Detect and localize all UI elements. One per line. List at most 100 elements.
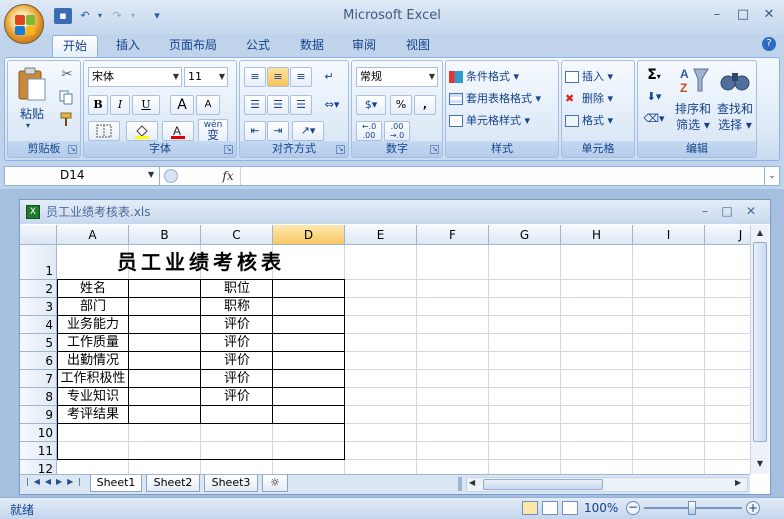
insert-sheet-icon[interactable]: ☼ xyxy=(262,475,288,492)
increase-decimal-icon[interactable]: ←.0.00 xyxy=(356,121,382,141)
zoom-slider-thumb[interactable] xyxy=(688,501,696,515)
row-header[interactable]: 5 xyxy=(20,334,57,352)
scroll-right-icon[interactable]: ▶ xyxy=(735,478,741,487)
tab-data[interactable]: 数据 xyxy=(290,35,334,58)
column-header[interactable]: H xyxy=(561,225,633,245)
row-header[interactable]: 4 xyxy=(20,316,57,334)
doc-restore-button[interactable]: □ xyxy=(718,204,736,220)
name-box-dropdown-icon[interactable]: ▼ xyxy=(148,170,154,179)
tab-page-layout[interactable]: 页面布局 xyxy=(160,35,226,58)
vertical-scrollbar[interactable]: ▲ ▼ xyxy=(750,225,769,474)
borders-button[interactable] xyxy=(88,121,120,141)
table-cell[interactable]: 评价 xyxy=(201,388,273,406)
doc-close-button[interactable]: ✕ xyxy=(742,204,760,220)
office-button[interactable] xyxy=(4,4,44,44)
minimize-button[interactable]: – xyxy=(706,8,728,24)
row-header[interactable]: 9 xyxy=(20,406,57,424)
find-select-button[interactable]: 查找和 选择 ▾ xyxy=(716,101,754,133)
doc-minimize-button[interactable]: – xyxy=(696,204,714,220)
normal-view-icon[interactable] xyxy=(522,501,538,515)
column-header[interactable]: B xyxy=(129,225,201,245)
alignment-launcher-icon[interactable]: ↘ xyxy=(336,145,345,154)
column-header[interactable]: C xyxy=(201,225,273,245)
insert-cells-button[interactable]: 插入 ▾ xyxy=(564,67,632,87)
tab-formulas[interactable]: 公式 xyxy=(236,35,280,58)
column-header[interactable]: F xyxy=(417,225,489,245)
copy-icon[interactable] xyxy=(58,89,76,105)
number-format-combo[interactable]: 常规 ▼ xyxy=(356,67,438,87)
wrap-text-icon[interactable]: ↵ xyxy=(318,67,340,87)
sheet-title-cell[interactable]: 员工业绩考核表 xyxy=(57,245,345,280)
bold-button[interactable]: B xyxy=(88,95,108,115)
table-cell[interactable]: 考评结果 xyxy=(57,406,129,424)
table-cell[interactable]: 部门 xyxy=(57,298,129,316)
name-box[interactable]: D14 xyxy=(4,166,160,186)
row-header[interactable]: 1 xyxy=(20,245,57,280)
sheet-tab-3[interactable]: Sheet3 xyxy=(204,475,258,492)
help-icon[interactable]: ? xyxy=(762,37,776,51)
decrease-decimal-icon[interactable]: .00 →.0 xyxy=(384,121,410,141)
spreadsheet-grid[interactable]: ABCDEFGHIJ 1 2 3 4 5 6 7 8 9 10 11 12 员工业绩考核表 姓名 部门业… xyxy=(20,225,750,474)
scroll-up-icon[interactable]: ▲ xyxy=(753,226,767,240)
table-cell[interactable]: 评价 xyxy=(201,352,273,370)
formula-bar-grip-icon[interactable] xyxy=(164,169,178,183)
table-cell[interactable]: 职位 xyxy=(201,280,273,298)
comma-button[interactable]: , xyxy=(414,95,436,115)
close-button[interactable]: ✕ xyxy=(758,8,780,24)
table-cell[interactable]: 姓名 xyxy=(57,280,129,298)
row-header[interactable]: 11 xyxy=(20,442,57,460)
page-break-view-icon[interactable] xyxy=(562,501,578,515)
column-header[interactable]: A xyxy=(57,225,129,245)
number-launcher-icon[interactable]: ↘ xyxy=(430,145,439,154)
format-as-table-button[interactable]: 套用表格格式 ▾ xyxy=(448,89,556,109)
column-header[interactable]: D xyxy=(273,225,345,245)
paste-icon[interactable] xyxy=(16,67,48,103)
percent-button[interactable]: % xyxy=(390,95,412,115)
format-cells-button[interactable]: 格式 ▾ xyxy=(564,111,632,131)
fill-icon[interactable]: ⬇▾ xyxy=(640,87,668,107)
column-header[interactable]: I xyxy=(633,225,705,245)
insert-function-button[interactable]: fx xyxy=(218,167,238,185)
align-right-icon[interactable]: ☰ xyxy=(290,95,312,115)
align-bottom-icon[interactable]: ≡ xyxy=(290,67,312,87)
decrease-indent-icon[interactable]: ⇤ xyxy=(244,121,266,141)
underline-button[interactable]: U xyxy=(132,95,160,115)
merge-center-icon[interactable]: ⇔▾ xyxy=(318,95,346,115)
align-center-icon[interactable]: ☰ xyxy=(267,95,289,115)
align-top-icon[interactable]: ≡ xyxy=(244,67,266,87)
row-header[interactable]: 8 xyxy=(20,388,57,406)
grow-font-button[interactable]: A xyxy=(170,95,194,115)
increase-indent-icon[interactable]: ⇥ xyxy=(267,121,289,141)
align-left-icon[interactable]: ☰ xyxy=(244,95,266,115)
restore-button[interactable]: □ xyxy=(732,8,754,24)
tab-insert[interactable]: 插入 xyxy=(106,35,150,58)
table-cell[interactable]: 评价 xyxy=(201,370,273,388)
shrink-font-button[interactable]: A xyxy=(196,95,220,115)
scroll-left-icon[interactable]: ◀ xyxy=(469,478,475,487)
font-color-button[interactable]: A xyxy=(162,121,194,141)
tab-split-handle[interactable] xyxy=(458,477,462,491)
paste-dropdown-icon[interactable]: ▾ xyxy=(26,121,30,130)
horizontal-scrollbar[interactable]: ◀ ▶ xyxy=(466,477,748,492)
fill-color-button[interactable] xyxy=(126,121,158,141)
row-header[interactable]: 12 xyxy=(20,460,57,474)
row-header[interactable]: 10 xyxy=(20,424,57,442)
sheet-tab-2[interactable]: Sheet2 xyxy=(146,475,200,492)
select-all-button[interactable] xyxy=(20,225,57,245)
column-header[interactable]: J xyxy=(705,225,750,245)
orientation-icon[interactable]: ↗▾ xyxy=(292,121,324,141)
cut-icon[interactable]: ✂ xyxy=(58,67,76,83)
tab-home[interactable]: 开始 xyxy=(52,35,98,58)
table-cell[interactable]: 评价 xyxy=(201,334,273,352)
table-cell[interactable]: 职称 xyxy=(201,298,273,316)
cell-styles-button[interactable]: 单元格样式 ▾ xyxy=(448,111,556,131)
paste-button[interactable]: 粘贴 xyxy=(12,105,52,122)
sheet-tab-1[interactable]: Sheet1 xyxy=(90,475,142,492)
expand-formula-bar-icon[interactable]: ⌄ xyxy=(764,167,779,185)
horizontal-scroll-thumb[interactable] xyxy=(483,479,603,490)
table-cell[interactable]: 业务能力 xyxy=(57,316,129,334)
autosum-button[interactable]: Σ▾ xyxy=(640,65,668,85)
formula-input[interactable] xyxy=(240,167,764,185)
format-painter-icon[interactable] xyxy=(58,111,76,127)
zoom-in-icon[interactable]: + xyxy=(746,501,760,515)
